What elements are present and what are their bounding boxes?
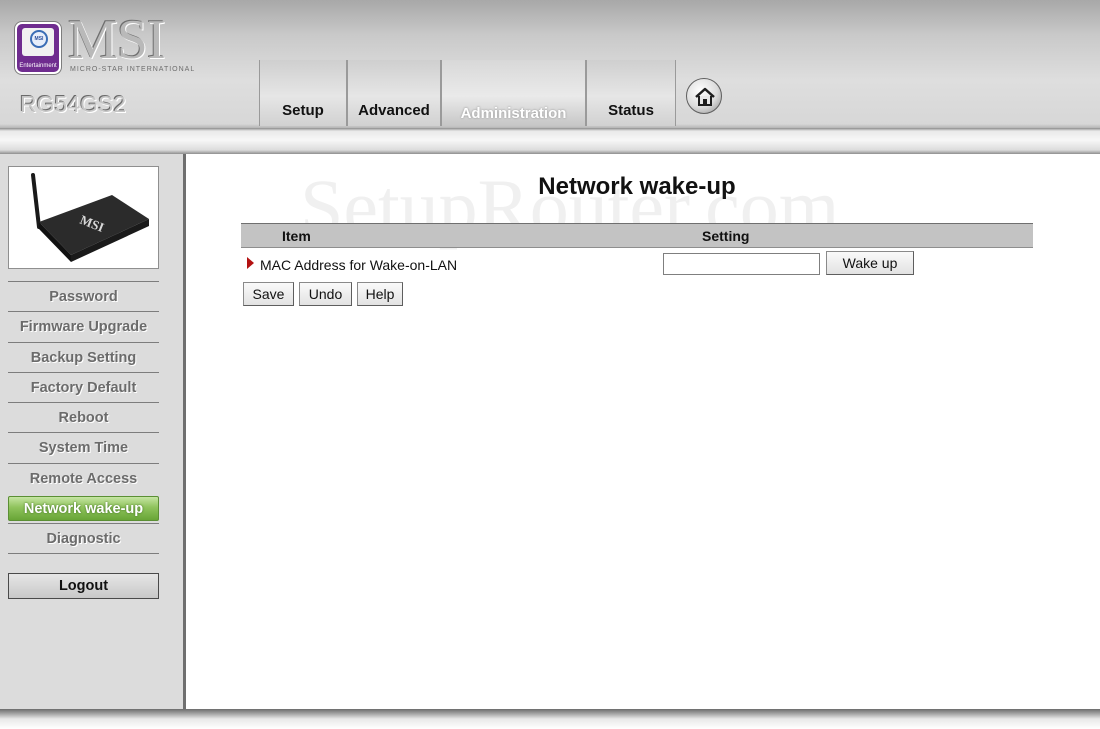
wake-up-button[interactable]: Wake up [826,251,914,275]
sidebar-item-diagnostic[interactable]: Diagnostic [8,523,159,553]
column-header-item: Item [282,228,311,244]
settings-table: Item Setting MAC Address for Wake-on-LAN… [241,223,1033,310]
help-button[interactable]: Help [357,282,403,306]
tab-setup[interactable]: Setup [259,60,347,126]
sidebar-item-system-time[interactable]: System Time [8,432,159,462]
save-button[interactable]: Save [243,282,294,306]
sidebar-item-password[interactable]: Password [8,281,159,311]
sidebar: MSI Password Firmware Upgrade Backup Set… [0,154,186,709]
table-row: MAC Address for Wake-on-LAN Wake up [241,248,1033,282]
brand-tagline: MICRO-STAR INTERNATIONAL [70,66,196,73]
header: MSI Entertainment MSI MICRO-STAR INTERNA… [0,0,1100,128]
sidebar-item-reboot[interactable]: Reboot [8,402,159,432]
page-title: Network wake-up [538,173,736,200]
undo-button[interactable]: Undo [299,282,352,306]
action-buttons: Save Undo Help [241,282,1033,310]
tab-administration[interactable]: Administration [441,60,586,126]
sidebar-item-factory-default[interactable]: Factory Default [8,372,159,402]
mac-address-input[interactable] [663,253,820,275]
column-header-setting: Setting [702,228,750,244]
home-icon[interactable] [686,78,722,114]
row-arrow-icon [247,257,254,269]
sidebar-item-network-wake-up[interactable]: Network wake-up [8,496,159,521]
sidebar-item-firmware-upgrade[interactable]: Firmware Upgrade [8,311,159,341]
sidebar-item-backup-setting[interactable]: Backup Setting [8,342,159,372]
mac-address-label: MAC Address for Wake-on-LAN [260,257,458,273]
sidebar-item-remote-access[interactable]: Remote Access [8,463,159,493]
router-image: MSI [8,166,159,269]
main-content: SetupRouter.com Network wake-up Item Set… [189,154,1100,709]
tab-advanced[interactable]: Advanced [347,60,441,126]
menu-divider [8,553,159,554]
table-header: Item Setting [241,223,1033,248]
brand-logo: MSI [68,9,166,71]
msi-badge-logo: MSI Entertainment [15,22,61,74]
tab-status[interactable]: Status [586,60,676,126]
model-name: RG54GS2 [20,91,127,117]
badge-subtext: Entertainment [19,63,57,69]
footer-bar [0,709,1100,729]
msi-seal-icon: MSI [30,30,48,48]
logout-button[interactable]: Logout [8,573,159,599]
header-divider [0,128,1100,154]
